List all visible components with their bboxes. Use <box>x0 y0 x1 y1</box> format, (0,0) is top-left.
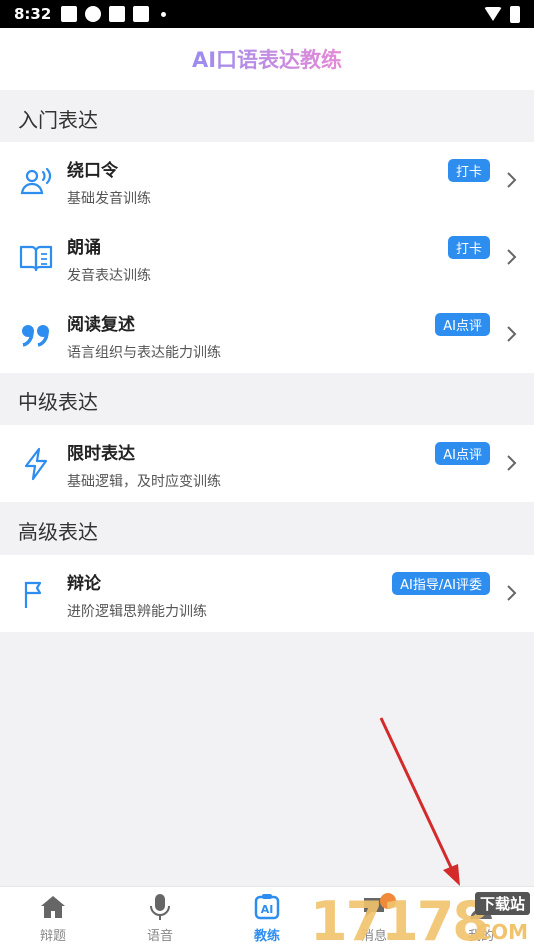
tab-coach[interactable]: AI 教练 <box>227 893 307 944</box>
section-title-beginner: 入门表达 <box>18 108 98 132</box>
app-header: AI口语表达教练 <box>0 28 534 90</box>
item-desc: 语言组织与表达能力训练 <box>67 345 221 361</box>
tab-label: 教练 <box>253 929 280 944</box>
list-item[interactable]: 阅读复述 语言组织与表达能力训练 AI点评 <box>0 296 534 373</box>
section-title-intermediate: 中级表达 <box>18 390 98 414</box>
chevron-right-icon <box>507 172 517 188</box>
list-item[interactable]: 绕口令 基础发音训练 打卡 <box>0 142 534 219</box>
notification-icon <box>61 6 78 22</box>
speaking-person-icon <box>18 163 54 199</box>
chevron-right-icon <box>507 585 517 601</box>
watermark-digits: 17178 <box>310 890 490 950</box>
item-name: 阅读复述 <box>67 315 135 335</box>
section-title-advanced: 高级表达 <box>18 520 98 544</box>
status-badge: 打卡 <box>447 159 490 182</box>
status-badge: 打卡 <box>447 236 490 259</box>
watermark-domain: .COM <box>468 920 528 944</box>
item-name: 绕口令 <box>67 161 118 181</box>
status-badge: AI点评 <box>435 313 490 336</box>
chevron-right-icon <box>507 455 517 471</box>
notification-icon <box>109 6 126 22</box>
quote-icon <box>18 317 54 353</box>
open-book-icon <box>18 240 54 276</box>
list-item[interactable]: 限时表达 基础逻辑，及时应变训练 AI点评 <box>0 425 534 502</box>
tab-label: 辩题 <box>39 929 66 944</box>
item-desc: 基础发音训练 <box>67 191 151 207</box>
tab-voice[interactable]: 语音 <box>120 893 200 944</box>
flag-icon <box>18 576 54 612</box>
status-badge: AI指导/AI评委 <box>392 572 490 595</box>
status-badge: AI点评 <box>435 442 490 465</box>
list-item[interactable]: 辩论 进阶逻辑思辨能力训练 AI指导/AI评委 <box>0 555 534 632</box>
tab-label: 语音 <box>146 929 173 944</box>
item-desc: 基础逻辑，及时应变训练 <box>67 474 221 490</box>
ai-coach-icon: AI <box>227 893 307 921</box>
battery-icon <box>510 5 520 23</box>
sync-icon <box>85 6 102 22</box>
section-card-intermediate: 限时表达 基础逻辑，及时应变训练 AI点评 <box>0 425 534 502</box>
chevron-right-icon <box>507 249 517 265</box>
page-title: AI口语表达教练 <box>192 44 342 74</box>
tab-debate-topics[interactable]: 辩题 <box>13 893 93 944</box>
home-icon <box>13 893 93 921</box>
notification-icon <box>133 6 150 22</box>
list-item[interactable]: 朗诵 发音表达训练 打卡 <box>0 219 534 296</box>
section-card-advanced: 辩论 进阶逻辑思辨能力训练 AI指导/AI评委 <box>0 555 534 632</box>
item-name: 辩论 <box>67 574 101 594</box>
section-card-beginner: 绕口令 基础发音训练 打卡 朗诵 发音表达训练 打卡 阅读复述 语言组织与表达能… <box>0 142 534 373</box>
lightning-icon <box>18 446 54 482</box>
item-desc: 发音表达训练 <box>67 268 151 284</box>
wifi-icon <box>484 7 502 21</box>
site-watermark: 17178 下载站 .COM <box>310 890 534 950</box>
status-time: 8:32 <box>14 5 52 23</box>
item-desc: 进阶逻辑思辨能力训练 <box>67 604 207 620</box>
watermark-site: 下载站 <box>474 892 530 915</box>
more-notifications-icon <box>161 11 167 17</box>
item-name: 限时表达 <box>67 444 135 464</box>
svg-text:AI: AI <box>261 903 274 916</box>
chevron-right-icon <box>507 326 517 342</box>
status-bar: 8:32 <box>0 0 534 28</box>
microphone-icon <box>120 893 200 921</box>
item-name: 朗诵 <box>67 238 101 258</box>
